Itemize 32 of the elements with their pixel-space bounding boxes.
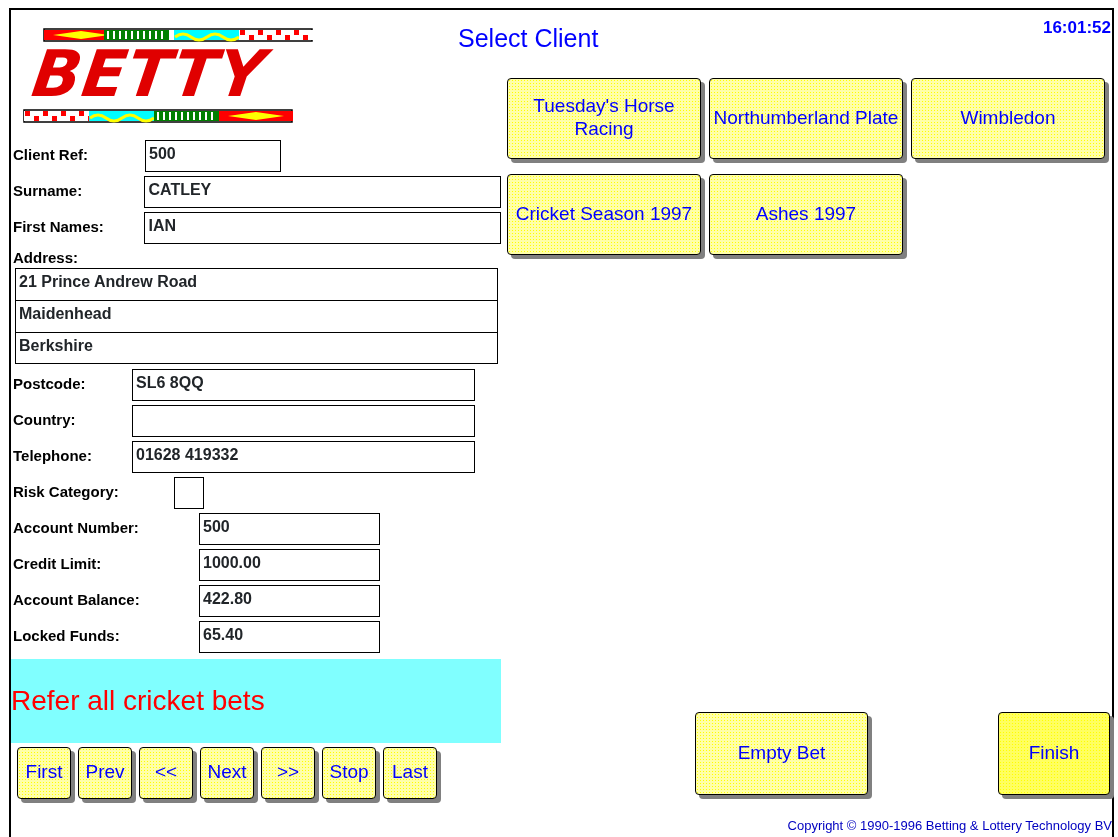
clock: 16:01:52 <box>1042 17 1111 39</box>
field-label: Telephone: <box>12 446 93 467</box>
input-field[interactable]: 500 <box>199 512 380 545</box>
input-field[interactable]: CATLEY <box>144 175 501 208</box>
field-label: Credit Limit: <box>12 554 103 575</box>
input-field[interactable]: SL6 8QQ <box>132 368 475 401</box>
input-field[interactable]: 500 <box>145 139 281 172</box>
copyright-text: Copyright © 1990-1996 Betting & Lottery Technology BV <box>787 818 1112 833</box>
field-label: Surname: <box>12 181 84 202</box>
field-label: Locked Funds: <box>12 626 121 647</box>
input-field[interactable]: 21 Prince Andrew Road <box>15 267 498 300</box>
input-field[interactable]: 422.80 <box>199 584 380 617</box>
field-label: Account Balance: <box>12 590 141 611</box>
stripe-icon <box>43 27 313 42</box>
input-field[interactable]: Berkshire <box>15 331 498 364</box>
input-field[interactable]: 1000.00 <box>199 548 380 581</box>
input-field[interactable]: 01628 419332 <box>132 440 475 473</box>
window-title: Select Client <box>458 23 599 54</box>
input-field[interactable] <box>174 476 204 509</box>
field-label: Address: <box>12 247 80 268</box>
stripe-icon <box>23 109 293 124</box>
input-field[interactable]: 65.40 <box>199 620 380 653</box>
input-field[interactable]: Maidenhead <box>15 299 498 332</box>
field-label: Country: <box>12 410 77 431</box>
field-label: First Names: <box>12 217 105 238</box>
field-label: Postcode: <box>12 374 87 395</box>
input-field[interactable]: IAN <box>144 211 501 244</box>
field-label: Client Ref: <box>12 145 89 166</box>
field-label: Risk Category: <box>12 482 120 503</box>
input-field[interactable] <box>132 404 475 437</box>
field-label: Account Number: <box>12 518 140 539</box>
warning-text: Refer all cricket bets <box>11 683 265 718</box>
